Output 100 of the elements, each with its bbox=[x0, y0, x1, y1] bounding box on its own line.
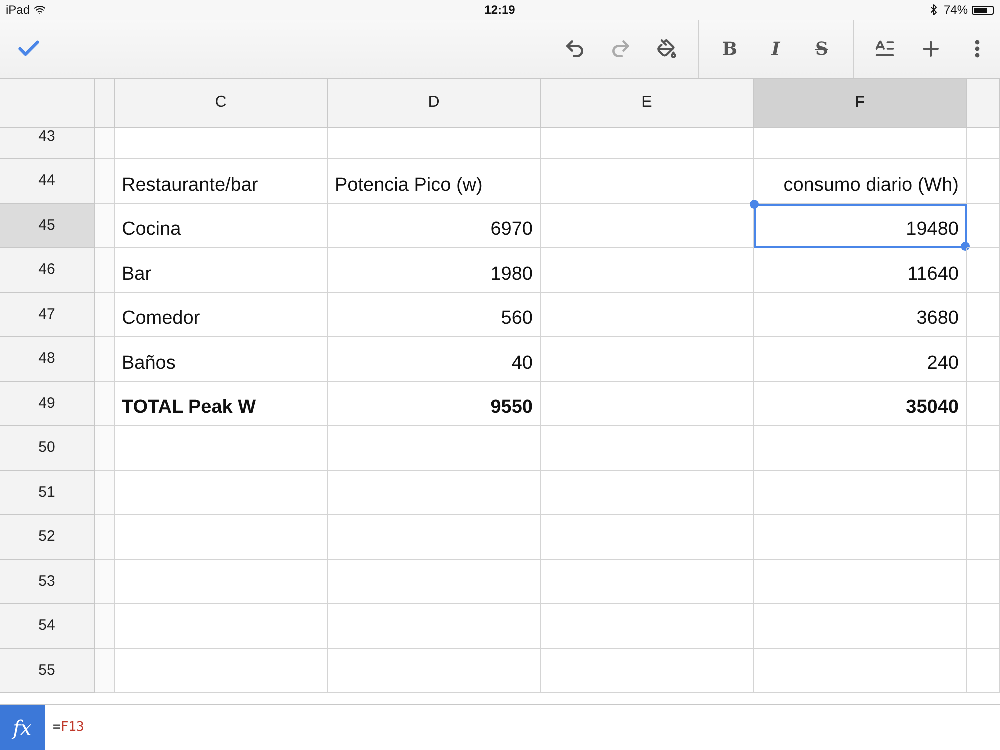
table-cell[interactable]: 9550 bbox=[328, 382, 541, 426]
row-header[interactable]: 52 bbox=[0, 515, 95, 560]
table-cell[interactable] bbox=[541, 604, 754, 648]
table-cell[interactable] bbox=[967, 159, 1000, 204]
row-header[interactable]: 55 bbox=[0, 648, 95, 693]
table-cell[interactable] bbox=[967, 292, 1000, 337]
frozen-cell bbox=[95, 382, 115, 426]
table-cell[interactable] bbox=[328, 648, 541, 693]
table-cell[interactable]: 6970 bbox=[328, 204, 541, 248]
table-cell[interactable] bbox=[967, 604, 1000, 648]
table-cell[interactable] bbox=[754, 560, 967, 604]
frozen-cell bbox=[95, 515, 115, 560]
frozen-cell bbox=[95, 159, 115, 204]
table-cell[interactable] bbox=[328, 560, 541, 604]
table-cell[interactable] bbox=[541, 426, 754, 470]
frozen-cell bbox=[95, 470, 115, 515]
table-cell[interactable] bbox=[967, 382, 1000, 426]
table-cell[interactable]: 1980 bbox=[328, 248, 541, 292]
table-cell[interactable]: 35040 bbox=[754, 382, 967, 426]
table-cell[interactable] bbox=[115, 128, 328, 159]
table-cell[interactable] bbox=[328, 470, 541, 515]
table-cell[interactable]: Potencia Pico (w) bbox=[328, 159, 541, 204]
table-cell[interactable]: Comedor bbox=[115, 292, 328, 337]
table-cell[interactable]: 560 bbox=[328, 292, 541, 337]
table-cell[interactable] bbox=[967, 204, 1000, 248]
strike-button[interactable]: S bbox=[799, 29, 845, 69]
bold-button[interactable]: B bbox=[707, 29, 753, 69]
table-cell[interactable] bbox=[967, 128, 1000, 159]
table-cell[interactable] bbox=[754, 426, 967, 470]
table-cell[interactable]: 40 bbox=[328, 337, 541, 382]
table-cell[interactable]: Cocina bbox=[115, 204, 328, 248]
table-cell[interactable] bbox=[328, 128, 541, 159]
table-cell[interactable] bbox=[967, 337, 1000, 382]
table-cell[interactable] bbox=[115, 470, 328, 515]
table-cell[interactable] bbox=[541, 292, 754, 337]
row-header[interactable]: 53 bbox=[0, 560, 95, 604]
table-cell[interactable] bbox=[541, 159, 754, 204]
table-cell[interactable]: 240 bbox=[754, 337, 967, 382]
table-cell[interactable]: TOTAL Peak W bbox=[115, 382, 328, 426]
frozen-cell bbox=[95, 204, 115, 248]
table-cell[interactable] bbox=[541, 382, 754, 426]
column-header[interactable]: E bbox=[541, 79, 754, 128]
column-header[interactable]: C bbox=[115, 79, 328, 128]
row-header[interactable]: 45 bbox=[0, 204, 95, 248]
frozen-cell bbox=[95, 292, 115, 337]
table-cell[interactable] bbox=[754, 515, 967, 560]
formula-text[interactable]: =F13 bbox=[45, 705, 84, 750]
frozen-cell bbox=[95, 128, 115, 159]
table-cell[interactable] bbox=[541, 128, 754, 159]
table-cell[interactable] bbox=[115, 604, 328, 648]
column-header[interactable] bbox=[967, 79, 1000, 128]
row-header[interactable]: 49 bbox=[0, 382, 95, 426]
table-cell[interactable] bbox=[967, 470, 1000, 515]
row-header[interactable]: 47 bbox=[0, 292, 95, 337]
table-cell[interactable] bbox=[967, 560, 1000, 604]
frozen-cell bbox=[95, 648, 115, 693]
table-cell[interactable] bbox=[115, 560, 328, 604]
table-cell[interactable] bbox=[754, 128, 967, 159]
row-header[interactable]: 50 bbox=[0, 426, 95, 470]
table-cell[interactable] bbox=[541, 337, 754, 382]
table-cell[interactable] bbox=[967, 515, 1000, 560]
table-cell[interactable] bbox=[541, 248, 754, 292]
italic-button[interactable]: I bbox=[753, 29, 799, 69]
table-cell[interactable] bbox=[328, 604, 541, 648]
table-cell[interactable] bbox=[967, 648, 1000, 693]
table-cell[interactable]: consumo diario (Wh) bbox=[754, 159, 967, 204]
table-cell[interactable]: Baños bbox=[115, 337, 328, 382]
more-dots-icon bbox=[974, 40, 980, 58]
row-header[interactable]: 54 bbox=[0, 604, 95, 648]
row-header[interactable]: 48 bbox=[0, 337, 95, 382]
table-cell[interactable] bbox=[328, 426, 541, 470]
frozen-cell bbox=[95, 560, 115, 604]
table-cell[interactable] bbox=[967, 426, 1000, 470]
column-header[interactable]: D bbox=[328, 79, 541, 128]
table-cell[interactable] bbox=[541, 515, 754, 560]
table-cell[interactable] bbox=[541, 648, 754, 693]
table-cell[interactable]: 3680 bbox=[754, 292, 967, 337]
table-cell[interactable] bbox=[754, 604, 967, 648]
table-cell[interactable]: Bar bbox=[115, 248, 328, 292]
table-cell[interactable] bbox=[754, 470, 967, 515]
frozen-cell bbox=[95, 426, 115, 470]
table-cell[interactable]: Restaurante/bar bbox=[115, 159, 328, 204]
frozen-cell bbox=[95, 337, 115, 382]
table-cell[interactable] bbox=[115, 648, 328, 693]
clock-time: 12:19 bbox=[484, 3, 516, 17]
row-header[interactable]: 44 bbox=[0, 159, 95, 204]
table-cell[interactable] bbox=[328, 515, 541, 560]
table-cell[interactable] bbox=[115, 426, 328, 470]
device-name: iPad bbox=[6, 3, 30, 17]
table-cell[interactable] bbox=[754, 648, 967, 693]
redo-icon bbox=[610, 38, 632, 60]
row-header[interactable]: 51 bbox=[0, 470, 95, 515]
column-header[interactable]: F bbox=[754, 79, 967, 128]
row-header[interactable]: 46 bbox=[0, 248, 95, 292]
table-cell[interactable] bbox=[541, 470, 754, 515]
table-cell[interactable] bbox=[967, 248, 1000, 292]
table-cell[interactable] bbox=[541, 560, 754, 604]
row-header[interactable]: 43 bbox=[0, 128, 95, 159]
table-cell[interactable] bbox=[115, 515, 328, 560]
table-cell[interactable]: 11640 bbox=[754, 248, 967, 292]
